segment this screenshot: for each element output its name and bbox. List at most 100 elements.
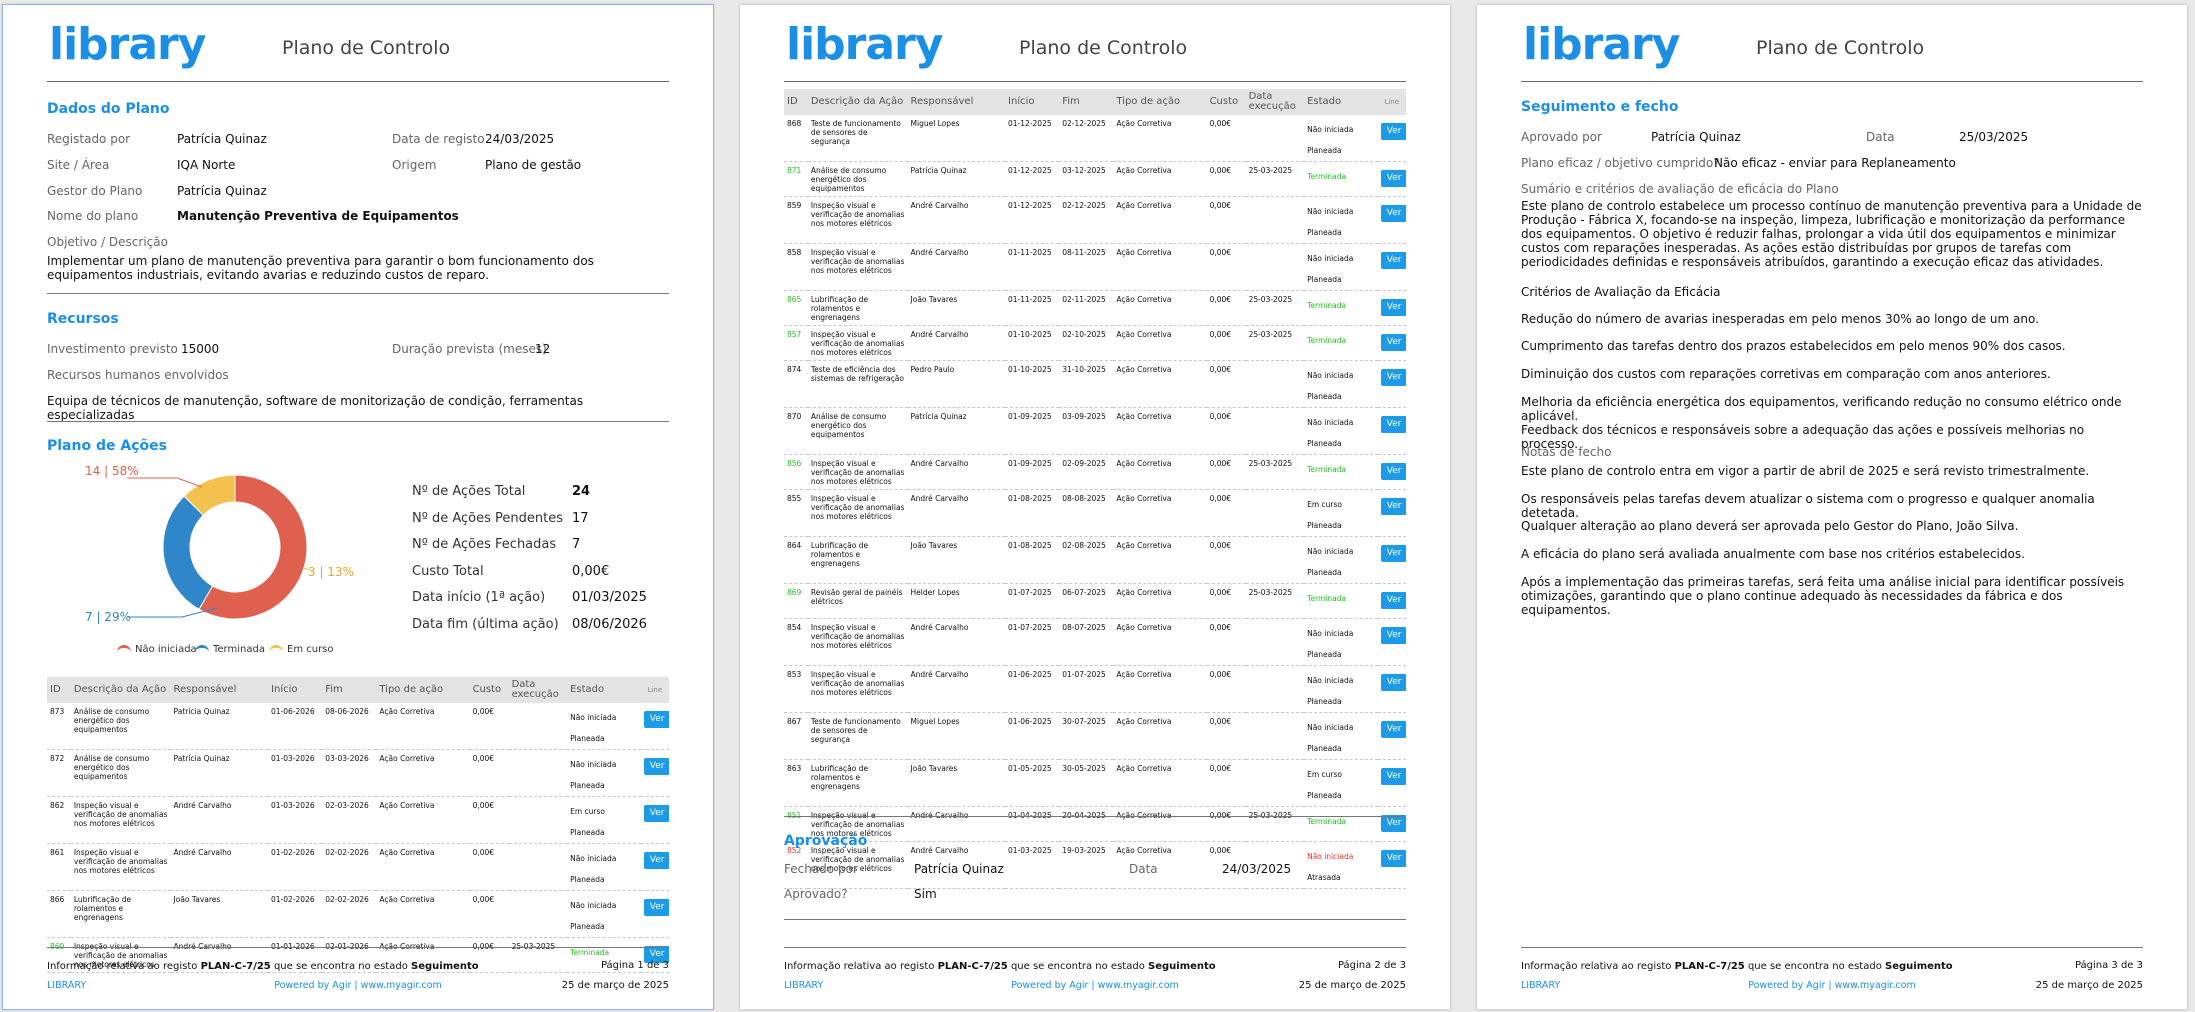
cell-resp: Patrícia Quinaz bbox=[170, 749, 269, 797]
ver-button[interactable]: Ver bbox=[1380, 592, 1406, 609]
ver-button[interactable]: Ver bbox=[1380, 334, 1406, 351]
page-number: Página 3 de 3 bbox=[2074, 960, 2143, 971]
ver-button[interactable]: Ver bbox=[1380, 299, 1406, 316]
cell-id: 862 bbox=[47, 796, 71, 844]
table-row: 870 Análise de consumo energético dos equ… bbox=[784, 407, 1406, 455]
ver-button[interactable]: Ver bbox=[1380, 170, 1406, 187]
status-subtext: Planeada bbox=[1307, 439, 1342, 448]
cell-ini: 01-12-2025 bbox=[1005, 161, 1060, 197]
page-1: library Plano de Controlo Dados do Plano… bbox=[2, 4, 714, 1010]
column-header: Data execução bbox=[508, 677, 568, 703]
cell-id: 859 bbox=[784, 196, 808, 244]
ver-button[interactable]: Ver bbox=[643, 852, 669, 869]
cell-resp: André Carvalho bbox=[907, 243, 1006, 291]
cell-id: 874 bbox=[784, 360, 808, 408]
status-text: Em curso bbox=[570, 807, 605, 816]
cell-custo: 0,00€ bbox=[1206, 536, 1246, 584]
cell-desc: Inspeção visual e verificação de anomali… bbox=[807, 325, 908, 361]
aprovado-label: Aprovado? bbox=[784, 887, 848, 901]
cell-resp: André Carvalho bbox=[907, 454, 1006, 490]
footer-info-mid: que se encontra no estado bbox=[270, 961, 411, 972]
cell-line: Ver bbox=[1377, 841, 1406, 889]
cell-estado: Não iniciada Planeada bbox=[1304, 115, 1378, 162]
cell-tipo: Ação Corretiva bbox=[376, 796, 470, 844]
cell-line: Ver bbox=[1377, 618, 1406, 666]
status-subtext: Planeada bbox=[1307, 275, 1342, 284]
footer-state: Seguimento bbox=[1885, 961, 1953, 972]
ver-button[interactable]: Ver bbox=[1380, 416, 1406, 433]
status-subtext: Planeada bbox=[1307, 146, 1342, 155]
data-registo-label: Data de registo bbox=[392, 132, 485, 146]
ver-button[interactable]: Ver bbox=[1380, 721, 1406, 738]
cell-exec bbox=[1245, 243, 1305, 291]
actions-table: ID Descrição da Ação Responsável Início Fim T… bbox=[784, 89, 1406, 889]
cell-ini: 01-08-2025 bbox=[1005, 489, 1060, 537]
divider bbox=[784, 816, 1406, 817]
footer-info-prefix: Informação relativa ao registo bbox=[1521, 961, 1675, 972]
cell-exec bbox=[1245, 489, 1305, 537]
cell-resp: Patrícia Quinaz bbox=[170, 703, 269, 750]
cell-custo: 0,00€ bbox=[1206, 290, 1246, 326]
ver-button[interactable]: Ver bbox=[1380, 205, 1406, 222]
table-row: 872 Análise de consumo energético dos equ… bbox=[47, 749, 669, 797]
ver-button[interactable]: Ver bbox=[1380, 369, 1406, 386]
cell-resp: João Tavares bbox=[907, 290, 1006, 326]
ver-button[interactable]: Ver bbox=[643, 711, 669, 728]
nota-item: Após a implementação das primeiras taref… bbox=[1521, 575, 2125, 617]
cell-exec: 25-03-2025 bbox=[1245, 806, 1305, 842]
criterio-item: Cumprimento das tarefas dentro dos prazo… bbox=[1521, 339, 2066, 353]
data-registo-value: 24/03/2025 bbox=[485, 132, 555, 146]
legend-label: Terminada bbox=[213, 644, 265, 655]
cell-line: Ver bbox=[1377, 161, 1406, 197]
ver-button[interactable]: Ver bbox=[643, 805, 669, 822]
ver-button[interactable]: Ver bbox=[1380, 123, 1406, 140]
stat-value: 7 bbox=[572, 537, 581, 552]
cell-fim: 02-02-2026 bbox=[322, 843, 377, 891]
cell-ini: 01-03-2025 bbox=[1005, 841, 1060, 889]
cell-estado: Em curso Planeada bbox=[567, 796, 641, 844]
column-header: Line bbox=[640, 677, 669, 703]
cell-fim: 30-07-2025 bbox=[1059, 712, 1114, 760]
cell-id: 866 bbox=[47, 890, 71, 938]
cell-id: 857 bbox=[784, 325, 808, 361]
cell-desc: Lubrificação de rolamentos e engrenagens bbox=[807, 536, 908, 584]
cell-exec bbox=[508, 843, 568, 891]
cell-fim: 20-04-2025 bbox=[1059, 806, 1114, 842]
cell-exec: 25-03-2025 bbox=[1245, 290, 1305, 326]
document-title: Plano de Controlo bbox=[282, 37, 451, 59]
status-text: Terminada bbox=[1307, 465, 1347, 474]
table-row: 858 Inspeção visual e verificação de anom… bbox=[784, 243, 1406, 291]
ver-button[interactable]: Ver bbox=[1380, 768, 1406, 785]
ver-button[interactable]: Ver bbox=[1380, 545, 1406, 562]
cell-ini: 01-11-2025 bbox=[1005, 243, 1060, 291]
status-subtext: Planeada bbox=[1307, 650, 1342, 659]
ver-button[interactable]: Ver bbox=[1380, 627, 1406, 644]
column-header: Estado bbox=[567, 677, 641, 703]
cell-ini: 01-12-2025 bbox=[1005, 196, 1060, 244]
cell-custo: 0,00€ bbox=[1206, 665, 1246, 713]
seguimento-data-value: 25/03/2025 bbox=[1959, 130, 2029, 144]
cell-id: 856 bbox=[784, 454, 808, 490]
table-row: 861 Inspeção visual e verificação de anom… bbox=[47, 843, 669, 891]
cell-desc: Teste de funcionamento de sensores de se… bbox=[807, 712, 908, 760]
cell-ini: 01-10-2025 bbox=[1005, 325, 1060, 361]
cell-exec bbox=[1245, 665, 1305, 713]
cell-ini: 01-11-2025 bbox=[1005, 290, 1060, 326]
ver-button[interactable]: Ver bbox=[1380, 674, 1406, 691]
ver-button[interactable]: Ver bbox=[1380, 815, 1406, 832]
ver-button[interactable]: Ver bbox=[643, 758, 669, 775]
ver-button[interactable]: Ver bbox=[643, 899, 669, 916]
ver-button[interactable]: Ver bbox=[1380, 252, 1406, 269]
chart-label-em-curso: 3 | 13% bbox=[308, 565, 354, 579]
cell-fim: 31-10-2025 bbox=[1059, 360, 1114, 408]
notas-label: Notas de fecho bbox=[1521, 445, 1612, 459]
column-header: Fim bbox=[1059, 89, 1114, 115]
table-row: 862 Inspeção visual e verificação de anom… bbox=[47, 796, 669, 844]
column-header: Custo bbox=[1206, 89, 1246, 115]
status-subtext: Planeada bbox=[1307, 228, 1342, 237]
ver-button[interactable]: Ver bbox=[1380, 850, 1406, 867]
cell-estado: Não iniciada Planeada bbox=[1304, 536, 1378, 584]
ver-button[interactable]: Ver bbox=[1380, 463, 1406, 480]
ver-button[interactable]: Ver bbox=[1380, 498, 1406, 515]
cell-exec bbox=[508, 890, 568, 938]
